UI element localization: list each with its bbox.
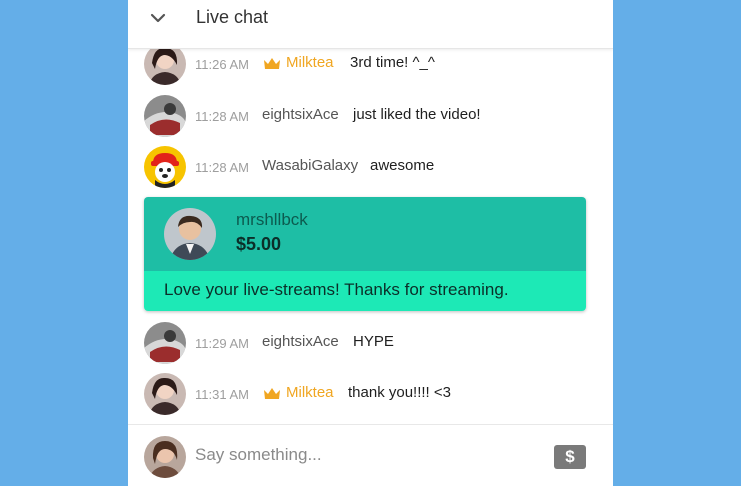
avatar[interactable] (144, 146, 186, 188)
message-author[interactable]: eightsixAce (262, 333, 339, 350)
message-author[interactable]: Milktea (286, 384, 334, 401)
superchat-text: Love your live-streams! Thanks for strea… (164, 280, 509, 299)
message-author[interactable]: eightsixAce (262, 106, 339, 123)
message-text: 3rd time! ^_^ (350, 54, 435, 71)
chat-header: Live chat (128, 0, 613, 49)
chat-message: 11:26 AM Milktea 3rd time! ^_^ (128, 43, 613, 87)
crown-icon (262, 386, 282, 402)
message-time: 11:28 AM (195, 109, 249, 124)
message-author[interactable]: Milktea (286, 54, 334, 71)
chat-title: Live chat (196, 7, 269, 27)
avatar[interactable] (144, 373, 186, 415)
avatar[interactable] (144, 95, 186, 137)
avatar[interactable] (144, 322, 186, 364)
chat-message: 11:29 AM eightsixAce HYPE (128, 322, 613, 366)
avatar[interactable] (144, 43, 186, 85)
superchat-card[interactable]: mrshllbck $5.00 Love your live-streams! … (144, 197, 586, 311)
chat-message: 11:28 AM eightsixAce just liked the vide… (128, 95, 613, 139)
crown-icon (262, 56, 282, 72)
chat-message: 11:28 AM WasabiGalaxy awesome (128, 146, 613, 190)
message-text: just liked the video! (353, 106, 481, 123)
superchat-body: Love your live-streams! Thanks for strea… (144, 271, 586, 311)
message-author[interactable]: WasabiGalaxy (262, 157, 358, 174)
message-time: 11:26 AM (195, 57, 249, 72)
message-text: awesome (370, 157, 435, 174)
avatar (144, 436, 186, 478)
message-time: 11:31 AM (195, 387, 249, 402)
chat-input[interactable]: Say something... (195, 445, 322, 465)
chat-input-bar: Say something... $ (128, 424, 613, 486)
chat-message: 11:31 AM Milktea thank you!!!! <3 (128, 373, 613, 417)
message-time: 11:29 AM (195, 336, 249, 351)
avatar[interactable] (164, 208, 216, 260)
superchat-author[interactable]: mrshllbck (236, 210, 308, 230)
live-chat-panel: Live chat 11:26 AM Milktea 3rd time! ^_^ (128, 0, 613, 486)
message-text: thank you!!!! <3 (348, 384, 451, 401)
chevron-down-icon[interactable] (150, 10, 166, 26)
message-text: HYPE (353, 333, 394, 350)
superchat-amount: $5.00 (236, 234, 282, 254)
message-time: 11:28 AM (195, 160, 249, 175)
superchat-header: mrshllbck $5.00 (144, 197, 586, 271)
dollar-icon[interactable]: $ (554, 445, 586, 469)
